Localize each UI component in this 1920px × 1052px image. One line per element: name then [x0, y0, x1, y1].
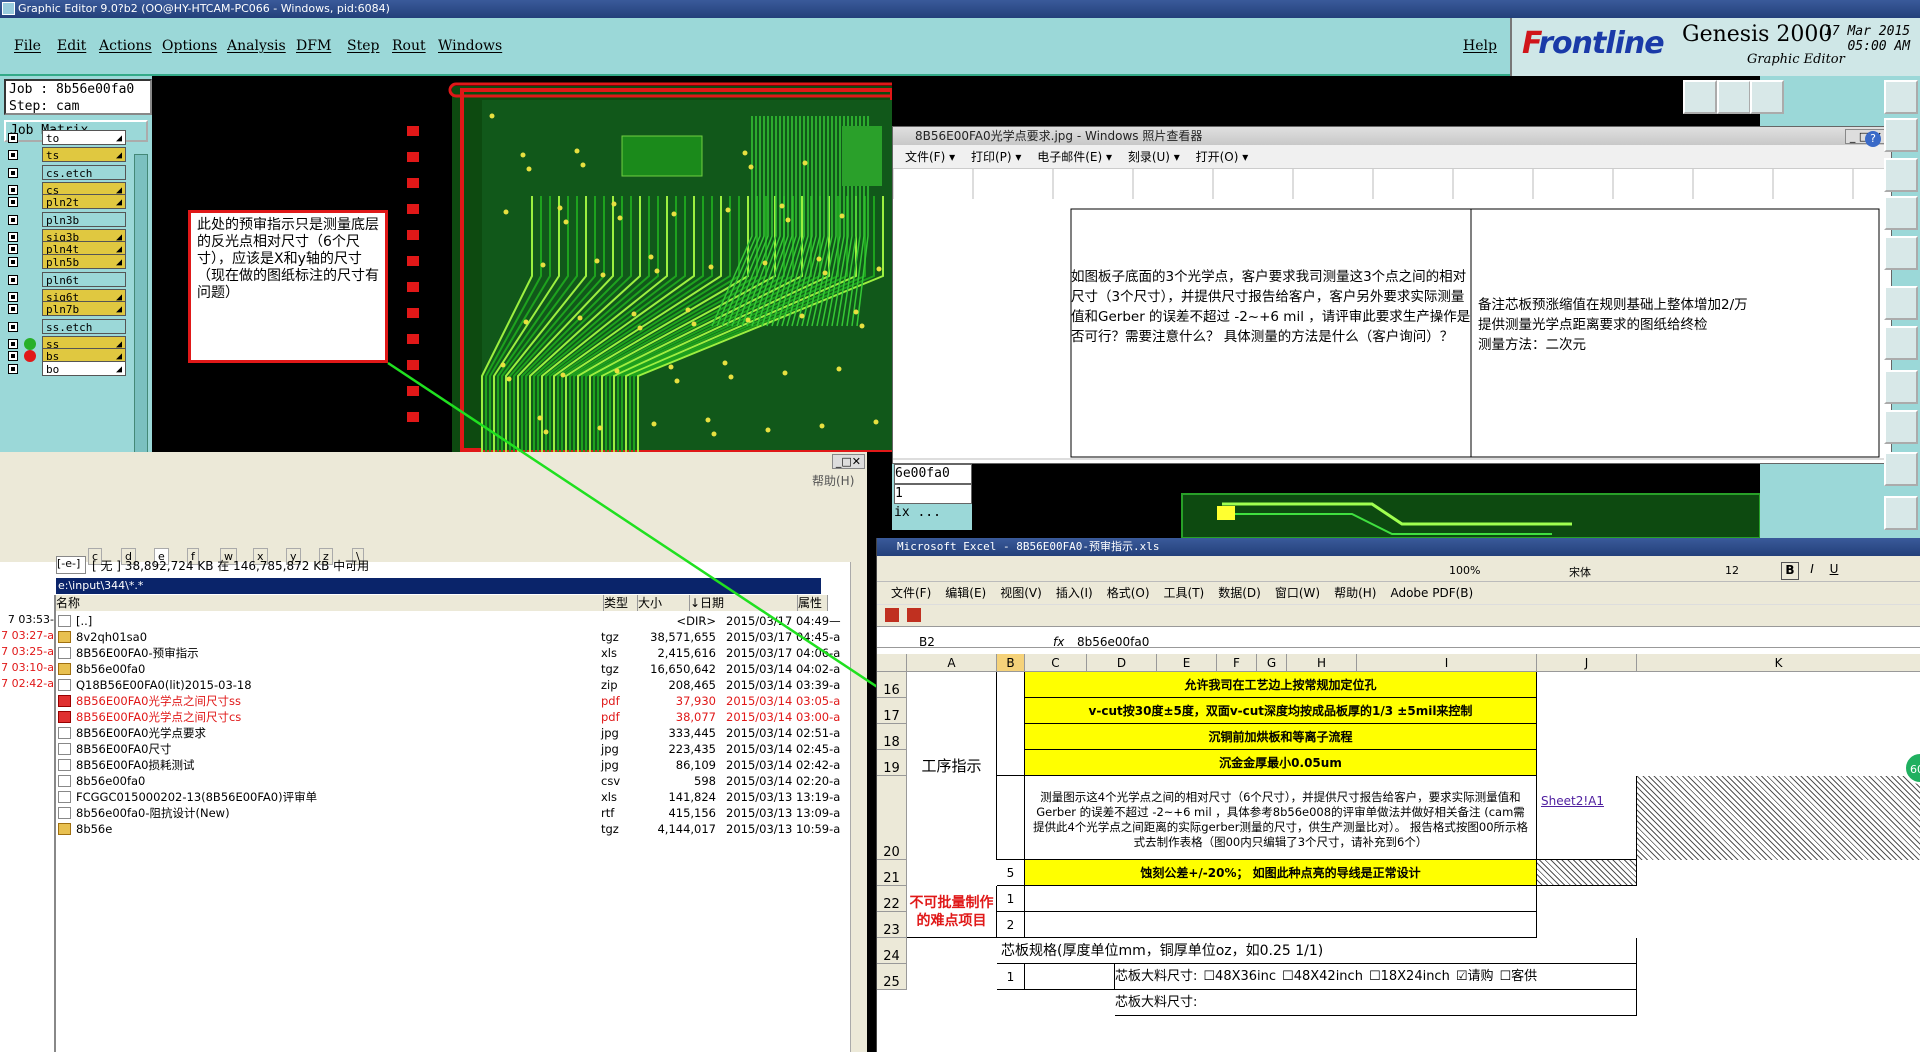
row-header[interactable]: 19 — [877, 750, 907, 776]
excel-window: Microsoft Excel - 8B56E00FA0-预审指示.xls 10… — [876, 538, 1920, 1052]
core-size-option[interactable]: ☐48X42inch — [1282, 969, 1363, 984]
select-all-corner[interactable] — [877, 654, 907, 672]
row-header[interactable]: 16 — [877, 672, 907, 698]
section-label-process[interactable]: 工序指示 — [907, 672, 997, 860]
row-header[interactable]: 21 — [877, 860, 907, 886]
hyperlink-cell[interactable]: Sheet2!A1 — [1537, 776, 1637, 860]
pdf-mail-icon[interactable] — [907, 608, 921, 622]
formula-bar: B2 fx 8b56e00fa0 — [877, 626, 1920, 649]
column-header[interactable]: C — [1025, 654, 1087, 672]
excel-menu: 文件(F) 编辑(E) 视图(V) 插入(I) 格式(O) 工具(T) 数据(D) 窗口(W)… — [877, 582, 1920, 604]
font-select[interactable]: 宋体 — [1569, 564, 1591, 580]
row-header[interactable]: 22 — [877, 886, 907, 912]
cursor-icon[interactable] — [1884, 158, 1918, 192]
pointer-icon[interactable] — [1884, 496, 1918, 530]
checkbox-icon[interactable]: ☐ — [1203, 969, 1215, 984]
row-header[interactable]: 24 — [877, 938, 907, 964]
cell-empty[interactable] — [1025, 886, 1537, 912]
core-size-option[interactable]: ☐客供 — [1500, 969, 1538, 984]
cell-b[interactable]: 5 — [997, 860, 1025, 886]
excel-menu-item[interactable]: 编辑(E) — [945, 586, 986, 600]
cell-b[interactable] — [997, 672, 1025, 776]
cell-b[interactable]: 1 — [997, 886, 1025, 912]
row-header[interactable]: 18 — [877, 724, 907, 750]
core-size-label: 芯板大料尺寸: — [1115, 969, 1198, 984]
fx-icon: fx — [1053, 635, 1065, 649]
cell-measure-instruction[interactable]: 测量图示这4个光学点之间的相对尺寸（6个尺寸），并提供尺寸报告给客户，要求实际测… — [1025, 776, 1537, 860]
cell-b[interactable]: 2 — [997, 912, 1025, 938]
excel-menu-item[interactable]: 窗口(W) — [1275, 586, 1320, 600]
cell-empty[interactable] — [1025, 964, 1115, 990]
row-header[interactable]: 25 — [877, 964, 907, 990]
excel-title: Microsoft Excel - 8B56E00FA0-预审指示.xls — [877, 538, 1920, 556]
core-size-option[interactable]: ☐48X36inc — [1203, 969, 1276, 984]
pdf-toolbar — [877, 604, 1920, 626]
text-icon[interactable] — [1884, 452, 1918, 486]
column-header[interactable]: D — [1087, 654, 1157, 672]
hatched-cell[interactable] — [1537, 860, 1637, 886]
zoom-icon[interactable] — [1884, 118, 1918, 152]
cell-instruction[interactable]: v-cut按30度±5度，双面v-cut深度均按成品板厚的1/3 ±5mil来控… — [1025, 698, 1537, 724]
checkbox-icon[interactable]: ☐ — [1282, 969, 1294, 984]
row-header[interactable]: 23 — [877, 912, 907, 938]
save-icon[interactable] — [1717, 80, 1751, 114]
zoom-select[interactable]: 100% — [1449, 564, 1480, 577]
hatched-cell[interactable] — [1637, 776, 1920, 860]
excel-menu-item[interactable]: 数据(D) — [1218, 586, 1261, 600]
excel-menu-item[interactable]: 工具(T) — [1164, 586, 1205, 600]
column-header[interactable]: H — [1287, 654, 1357, 672]
excel-menu-item[interactable]: 格式(O) — [1107, 586, 1150, 600]
excel-menu-item[interactable]: 文件(F) — [891, 586, 931, 600]
bold-button[interactable]: B — [1781, 562, 1799, 580]
cell-empty[interactable] — [1025, 912, 1537, 938]
row-header[interactable]: 20 — [877, 776, 907, 860]
cell-b[interactable] — [997, 776, 1025, 860]
italic-button[interactable]: I — [1803, 562, 1821, 580]
cell-core-spec[interactable]: 芯板规格(厚度单位mm，铜厚单位oz，如0.25 1/1) — [997, 938, 1637, 964]
cell-b[interactable]: 1 — [997, 964, 1025, 990]
cell-instruction[interactable]: 蚀刻公差+/-20%； 如图此种点亮的导线是正常设计 — [1025, 860, 1537, 886]
circle-icon[interactable] — [1884, 286, 1918, 320]
excel-menu-item[interactable]: 视图(V) — [1000, 586, 1042, 600]
section-label-difficult[interactable]: 不可批量制作的难点项目 — [907, 886, 997, 938]
home-icon[interactable] — [1750, 80, 1784, 114]
shape-icon[interactable] — [1884, 410, 1918, 444]
cell-instruction[interactable]: 沉金金厚最小0.05um — [1025, 750, 1537, 776]
checkbox-icon[interactable]: ☐ — [1500, 969, 1512, 984]
cell-core-size[interactable]: 芯板大料尺寸: ☐48X36inc ☐48X42inch ☐18X24inch ☑请购 ☐… — [1115, 964, 1637, 990]
excel-menu-item[interactable]: 插入(I) — [1056, 586, 1093, 600]
help-icon[interactable] — [1884, 196, 1918, 230]
excel-menu-item[interactable]: 帮助(H) — [1334, 586, 1376, 600]
excel-menu-item[interactable]: Adobe PDF(B) — [1390, 586, 1473, 600]
pdf-icon[interactable] — [885, 608, 899, 622]
checked-checkbox-icon[interactable]: ☑ — [1456, 969, 1468, 984]
column-header[interactable]: E — [1157, 654, 1217, 672]
measure-icon[interactable] — [1884, 236, 1918, 270]
column-header[interactable]: K — [1637, 654, 1920, 672]
cell-core-size[interactable]: 芯板大料尺寸: — [1115, 990, 1637, 1016]
font-size-select[interactable]: 12 — [1725, 564, 1739, 577]
grid-icon[interactable] — [1884, 80, 1918, 114]
spreadsheet-grid[interactable]: A B C D E F G H I J K 16 17 18 19 20 21 22 23 24 25 工序指示 允许我司在… — [877, 654, 1920, 1052]
column-header[interactable]: I — [1357, 654, 1537, 672]
core-size-option[interactable]: ☑请购 — [1456, 969, 1494, 984]
cell-instruction[interactable]: 允许我司在工艺边上按常规加定位孔 — [1025, 672, 1537, 698]
name-box[interactable]: B2 — [919, 632, 1019, 652]
column-header[interactable]: G — [1257, 654, 1287, 672]
line-icon[interactable] — [1884, 326, 1918, 360]
export-icon[interactable] — [1683, 80, 1717, 114]
core-size-option[interactable]: ☐18X24inch — [1369, 969, 1450, 984]
column-header[interactable]: B — [997, 654, 1025, 672]
excel-toolbar: 100% 宋体 12 B I U — [877, 556, 1920, 582]
underline-button[interactable]: U — [1825, 562, 1843, 580]
column-header[interactable]: A — [907, 654, 997, 672]
checkbox-icon[interactable]: ☐ — [1369, 969, 1381, 984]
column-header[interactable]: J — [1537, 654, 1637, 672]
row-header[interactable]: 17 — [877, 698, 907, 724]
column-header[interactable]: F — [1217, 654, 1257, 672]
arc-icon[interactable] — [1884, 370, 1918, 404]
formula-input[interactable]: 8b56e00fa0 — [1077, 632, 1149, 652]
cell-instruction[interactable]: 沉铜前加烘板和等离子流程 — [1025, 724, 1537, 750]
